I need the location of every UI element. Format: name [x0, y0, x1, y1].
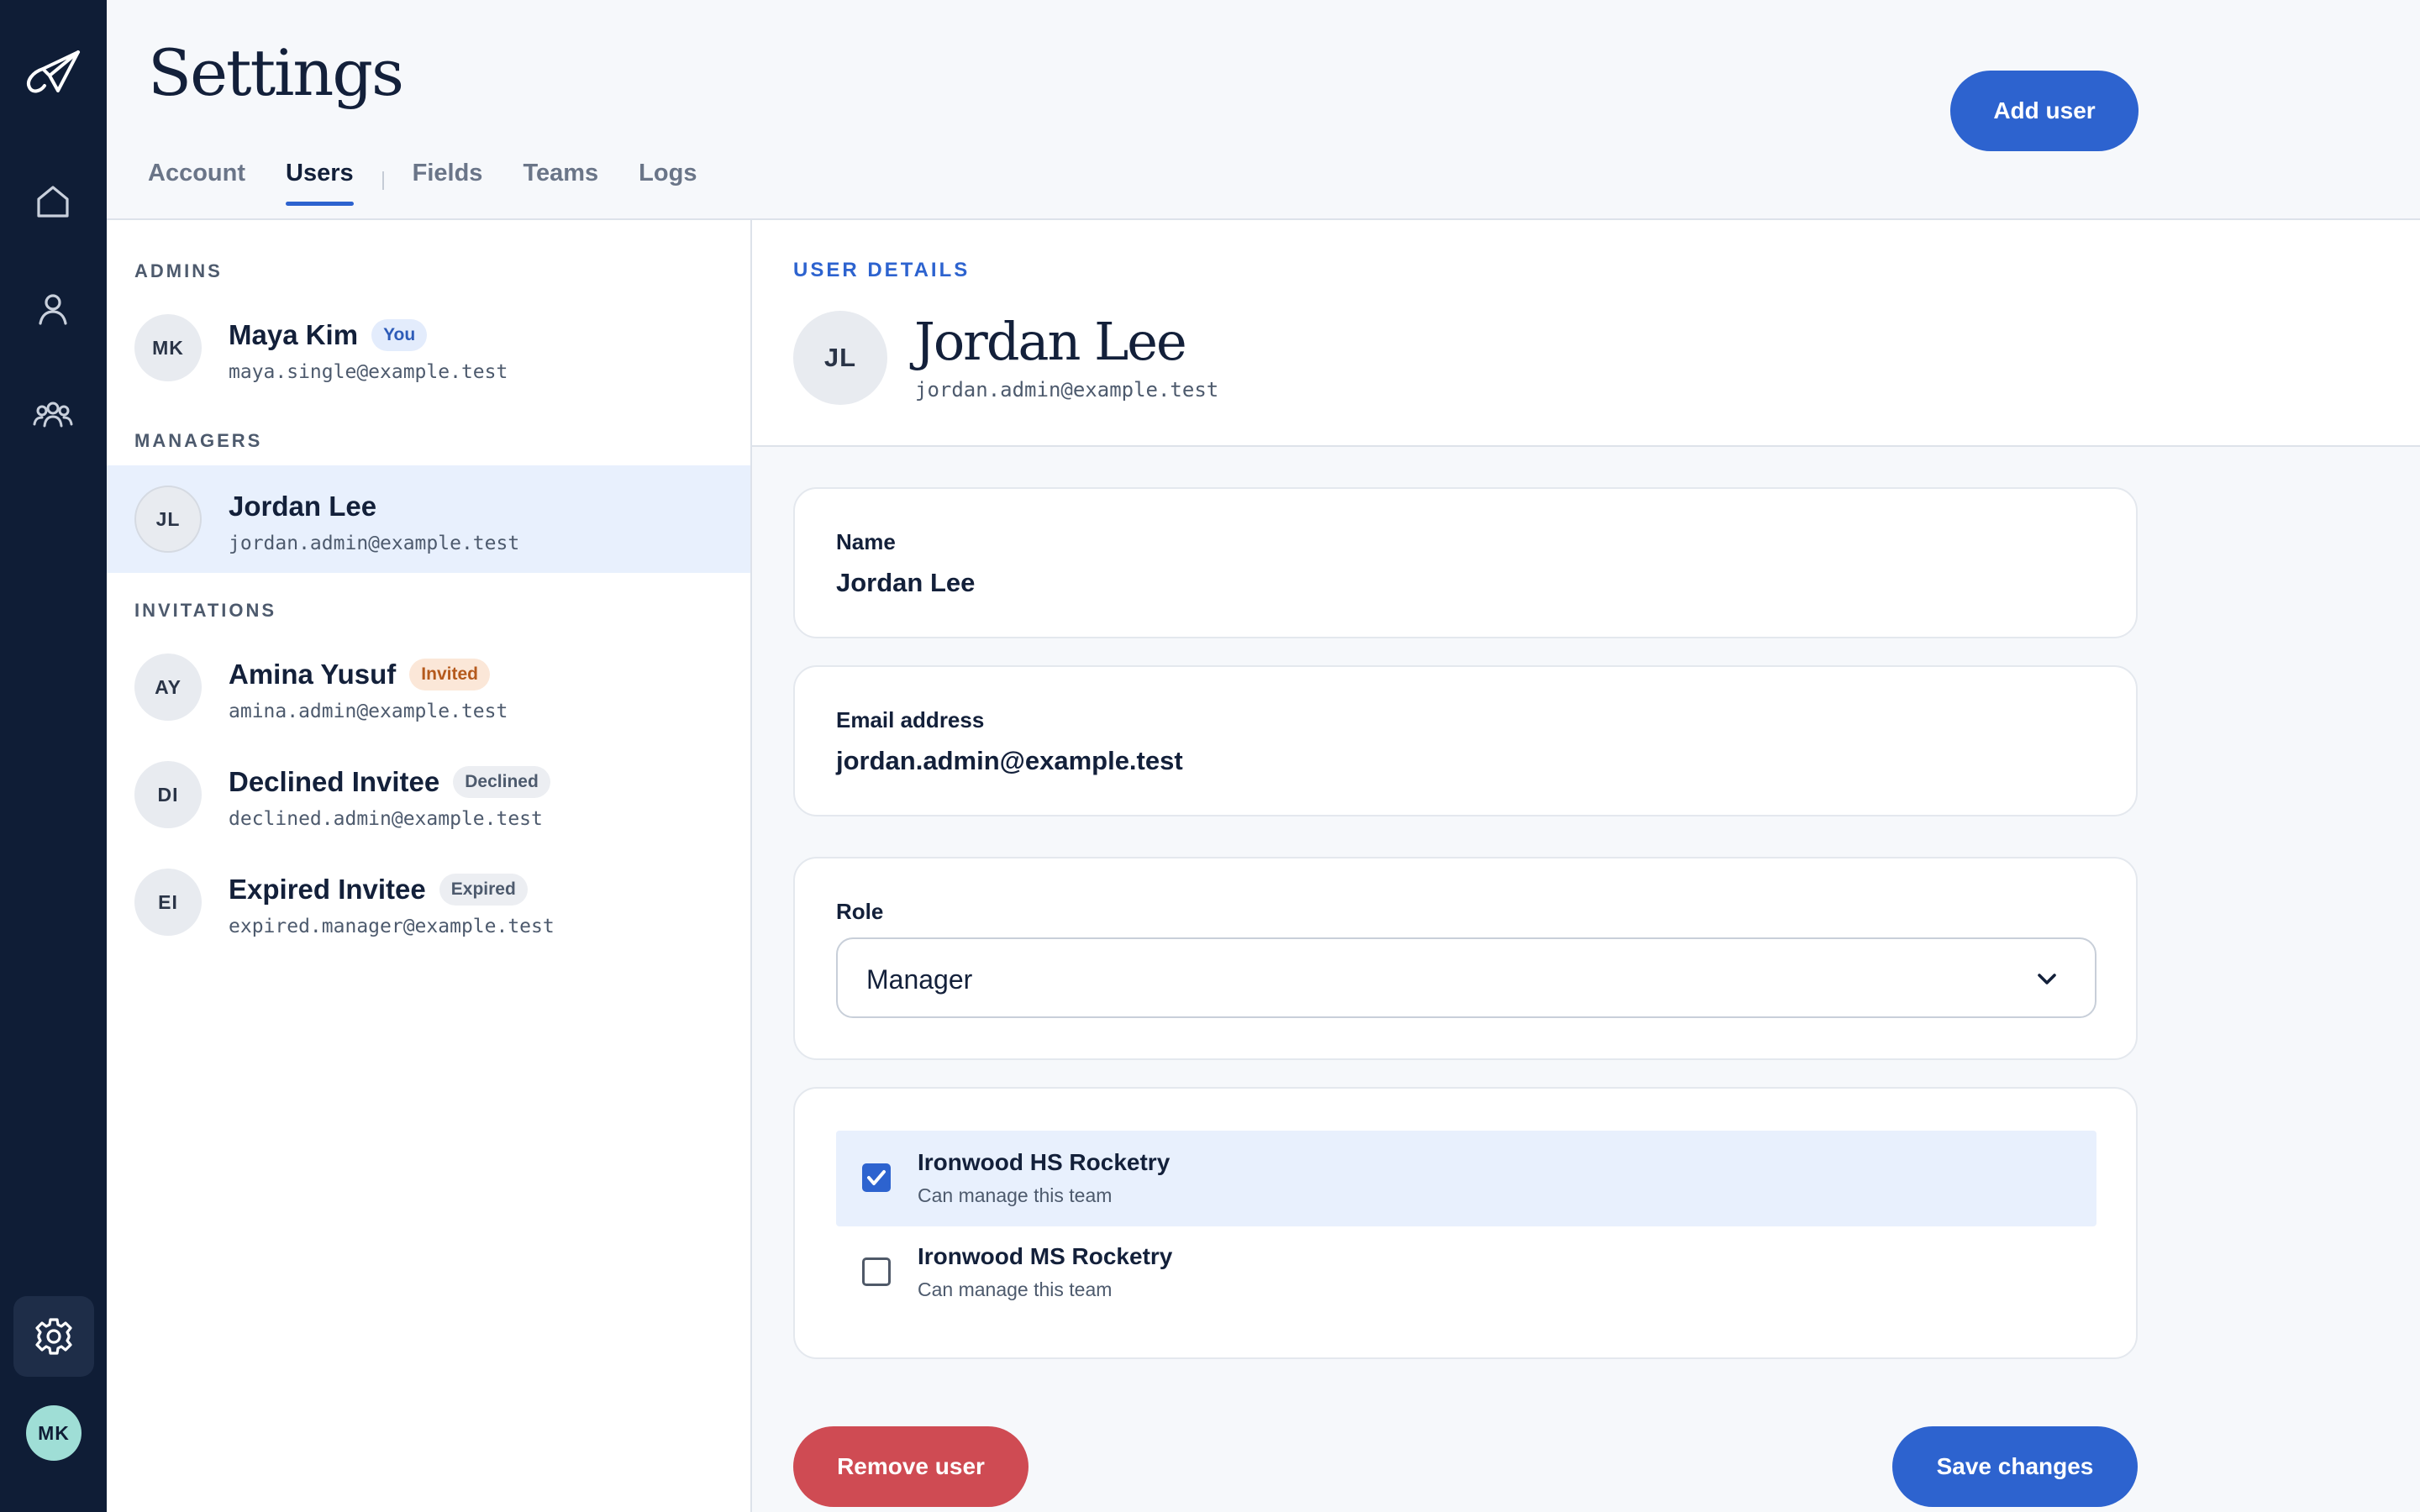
user-row-amina-yusuf[interactable]: AY Amina Yusuf Invited amina.admin@examp…: [107, 633, 750, 741]
tab-logs[interactable]: Logs: [639, 160, 697, 206]
expired-badge: Expired: [439, 874, 528, 906]
email-field[interactable]: jordan.admin@example.test: [836, 746, 1183, 776]
detail-user-email: jordan.admin@example.test: [915, 378, 1219, 402]
paper-plane-logo-icon[interactable]: [24, 47, 83, 101]
user-list-panel: ADMINS MK Maya Kim You maya.single@examp…: [107, 220, 829, 1512]
settings-tabs: Account Users Fields Teams Logs: [148, 160, 737, 206]
user-name: Amina Yusuf Invited: [229, 659, 490, 690]
tab-divider: [381, 171, 384, 190]
detail-user-name: Jordan Lee: [914, 311, 1187, 372]
team-row-ironwood-ms[interactable]: Ironwood MS Rocketry Can manage this tea…: [836, 1225, 2096, 1320]
user-name-text: Amina Yusuf: [229, 659, 397, 690]
user-row-expired-invitee[interactable]: EI Expired Invitee Expired expired.manag…: [107, 848, 750, 956]
teams-card: Ironwood HS Rocketry Can manage this tea…: [793, 1087, 2138, 1359]
home-icon[interactable]: [32, 181, 74, 223]
user-row-maya-kim[interactable]: MK Maya Kim You maya.single@example.test: [107, 294, 750, 402]
tab-teams[interactable]: Teams: [523, 160, 598, 206]
you-badge: You: [371, 319, 428, 351]
role-selected-value: Manager: [866, 964, 973, 995]
team-description: Can manage this team: [918, 1184, 1113, 1206]
settings-header: Settings Account Users Fields Teams Logs…: [107, 0, 2420, 220]
tab-account[interactable]: Account: [148, 160, 245, 206]
declined-badge: Declined: [453, 766, 550, 798]
gear-icon: [35, 1318, 72, 1355]
group-label-invitations: INVITATIONS: [134, 600, 277, 621]
chevron-down-icon: [2038, 974, 2056, 984]
remove-user-button[interactable]: Remove user: [793, 1426, 1028, 1507]
name-field[interactable]: Jordan Lee: [836, 568, 975, 598]
name-field-card: Name Jordan Lee: [793, 487, 2138, 638]
tab-users[interactable]: Users: [286, 160, 354, 206]
user-name: Declined Invitee Declined: [229, 766, 550, 798]
user-name: Jordan Lee: [229, 491, 376, 522]
checkmark-icon: [867, 1170, 886, 1185]
user-email: expired.manager@example.test: [229, 916, 555, 937]
team-name: Ironwood MS Rocketry: [918, 1243, 1173, 1269]
team-name: Ironwood HS Rocketry: [918, 1149, 1171, 1175]
avatar: MK: [134, 314, 202, 381]
app-sidebar: MK: [0, 0, 107, 1512]
user-email: declined.admin@example.test: [229, 808, 543, 830]
group-label-managers: MANAGERS: [134, 430, 263, 451]
user-name: Expired Invitee Expired: [229, 874, 528, 906]
user-email: maya.single@example.test: [229, 361, 508, 383]
email-field-card: Email address jordan.admin@example.test: [793, 665, 2138, 816]
avatar: EI: [134, 869, 202, 936]
user-name-text: Declined Invitee: [229, 766, 440, 797]
user-name-text: Expired Invitee: [229, 874, 426, 905]
save-changes-button[interactable]: Save changes: [1892, 1426, 2138, 1507]
avatar: JL: [134, 486, 202, 553]
section-label: USER DETAILS: [793, 259, 971, 281]
user-name-text: Maya Kim: [229, 319, 359, 350]
page-title: Settings: [148, 35, 404, 110]
role-select[interactable]: Manager: [836, 937, 2096, 1018]
user-email: jordan.admin@example.test: [229, 533, 520, 554]
user-icon[interactable]: [32, 288, 74, 330]
team-checkbox[interactable]: [862, 1163, 891, 1192]
user-details-header: USER DETAILS JL Jordan Lee jordan.admin@…: [752, 220, 2420, 447]
users-group-icon[interactable]: [32, 394, 74, 436]
user-row-declined-invitee[interactable]: DI Declined Invitee Declined declined.ad…: [107, 741, 750, 848]
team-row-ironwood-hs[interactable]: Ironwood HS Rocketry Can manage this tea…: [836, 1131, 2096, 1226]
invited-badge: Invited: [409, 659, 490, 690]
email-label: Email address: [836, 707, 985, 732]
group-label-admins: ADMINS: [134, 260, 223, 281]
current-user-avatar[interactable]: MK: [26, 1405, 82, 1461]
role-label: Role: [836, 899, 884, 924]
user-row-jordan-lee[interactable]: JL Jordan Lee jordan.admin@example.test: [107, 465, 750, 573]
role-field-card: Role Manager: [793, 857, 2138, 1060]
avatar: AY: [134, 654, 202, 721]
tab-fields[interactable]: Fields: [413, 160, 483, 206]
team-description: Can manage this team: [918, 1278, 1113, 1300]
settings-nav-button[interactable]: [13, 1296, 94, 1377]
avatar: DI: [134, 761, 202, 828]
avatar: JL: [793, 311, 887, 405]
name-label: Name: [836, 529, 896, 554]
user-email: amina.admin@example.test: [229, 701, 508, 722]
add-user-button[interactable]: Add user: [1950, 71, 2139, 151]
team-checkbox[interactable]: [862, 1257, 891, 1286]
user-name-text: Jordan Lee: [229, 491, 377, 522]
user-name: Maya Kim You: [229, 319, 428, 351]
